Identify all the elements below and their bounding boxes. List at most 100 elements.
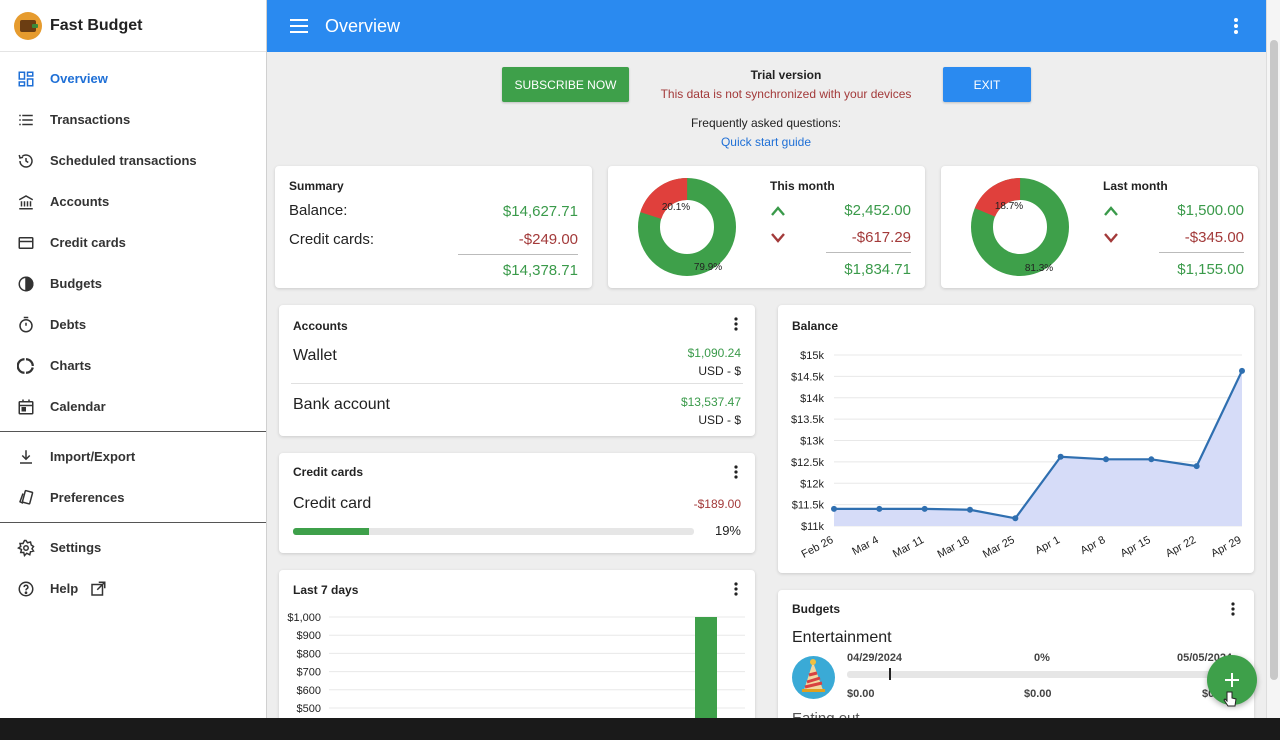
sidebar-item-label: Overview <box>50 71 108 86</box>
account-amount: $13,537.47 <box>680 395 741 409</box>
sidebar-item-label: Import/Export <box>50 449 136 464</box>
balance-chart: $11k $11.5k $12k $12.5k $13k $13.5k $14k $14.5k… <box>791 350 1245 561</box>
sidebar-item-help[interactable]: Help <box>0 568 266 609</box>
vertical-scrollbar[interactable] <box>1266 0 1280 718</box>
credit-cards-label: Credit cards: <box>289 231 375 248</box>
y-tick-label: $600 <box>297 685 321 697</box>
account-name[interactable]: Wallet <box>293 347 337 365</box>
download-icon <box>16 447 36 467</box>
balance-point <box>1239 367 1245 374</box>
more-vert-icon[interactable] <box>727 315 745 333</box>
account-name[interactable]: Bank account <box>293 396 390 414</box>
sidebar-item-calendar[interactable]: Calendar <box>0 386 266 427</box>
donut-red-label: 20.1% <box>662 202 690 213</box>
sidebar-item-scheduled-transactions[interactable]: Scheduled transactions <box>0 140 266 181</box>
balance-point <box>1193 463 1200 470</box>
sidebar-item-label: Accounts <box>50 194 110 209</box>
budgets-title: Budgets <box>792 602 840 616</box>
this-month-expense: -$617.29 <box>851 229 911 246</box>
x-tick-label: Apr 8 <box>1079 534 1108 557</box>
sidebar-item-label: Scheduled transactions <box>50 153 197 168</box>
more-vert-icon[interactable] <box>1226 16 1246 36</box>
more-vert-icon[interactable] <box>727 580 745 598</box>
scrollbar-thumb[interactable] <box>1270 40 1278 680</box>
credit-card-amount: -$189.00 <box>693 497 741 511</box>
accounts-card: Accounts Wallet $1,090.24 USD - $ Bank a… <box>279 305 755 436</box>
balance-point <box>1103 456 1109 463</box>
budget-name-next[interactable]: Eating out <box>792 710 860 718</box>
hamburger-menu-icon[interactable] <box>287 14 311 38</box>
party-hat-icon <box>792 656 835 699</box>
sidebar-item-label: Budgets <box>50 276 102 291</box>
plus-icon <box>1225 673 1239 687</box>
sidebar-item-label: Preferences <box>50 490 125 505</box>
top-app-bar: Overview <box>267 0 1266 52</box>
last-7-days-title: Last 7 days <box>293 583 359 597</box>
sidebar-item-label: Help <box>50 581 79 596</box>
credit-card-percent: 19% <box>714 523 741 538</box>
sidebar-item-import-export[interactable]: Import/Export <box>0 436 266 477</box>
accounts-title: Accounts <box>293 319 348 333</box>
expense-arrow-icon <box>771 233 785 243</box>
y-tick-label: $900 <box>297 630 321 642</box>
more-vert-icon[interactable] <box>727 463 745 481</box>
list-icon <box>16 110 36 130</box>
last-month-expense: -$345.00 <box>1184 229 1244 246</box>
sidebar-item-accounts[interactable]: Accounts <box>0 181 266 222</box>
account-currency: USD - $ <box>698 413 741 427</box>
x-tick-label: Apr 29 <box>1209 534 1243 560</box>
budget-progress <box>847 671 1237 678</box>
y-tick-label: $15k <box>800 350 824 362</box>
balance-point <box>1148 456 1155 463</box>
y-tick-label: $13.5k <box>791 414 825 426</box>
sidebar-item-debts[interactable]: Debts <box>0 304 266 345</box>
income-arrow-icon <box>1104 206 1118 216</box>
subscribe-now-button[interactable]: SUBSCRIBE NOW <box>502 67 629 102</box>
wallet-icon <box>14 11 42 40</box>
x-tick-label: Apr 1 <box>1033 534 1062 557</box>
sidebar-divider <box>0 522 266 523</box>
balance-point <box>967 506 973 513</box>
credit-cards-title: Credit cards <box>293 465 364 479</box>
sidebar-item-charts[interactable]: Charts <box>0 345 266 386</box>
y-tick-label: $12k <box>800 478 824 490</box>
quick-start-guide-link[interactable]: Quick start guide <box>616 135 916 149</box>
last-month-net: $1,155.00 <box>1177 261 1244 278</box>
pie-icon <box>16 274 36 294</box>
sidebar-item-overview[interactable]: Overview <box>0 58 266 99</box>
more-vert-icon[interactable] <box>1224 600 1242 618</box>
exit-button[interactable]: EXIT <box>943 67 1031 102</box>
y-tick-label: $11.5k <box>792 500 825 512</box>
x-tick-label: Apr 22 <box>1164 534 1198 560</box>
page-title: Overview <box>325 15 401 36</box>
sidebar-item-label: Credit cards <box>50 235 126 250</box>
budget-spent: $0.00 <box>847 688 875 700</box>
sidebar-item-budgets[interactable]: Budgets <box>0 263 266 304</box>
credit-card-name[interactable]: Credit card <box>293 495 371 513</box>
y-tick-label: $14.5k <box>791 371 825 383</box>
y-tick-label: $800 <box>297 648 321 660</box>
credit-card-icon <box>16 233 36 253</box>
last-month-title: Last month <box>1103 179 1168 193</box>
x-tick-label: Feb 26 <box>800 534 836 561</box>
y-tick-label: $11k <box>801 521 825 533</box>
budget-name[interactable]: Entertainment <box>792 629 892 647</box>
sidebar-item-preferences[interactable]: Preferences <box>0 477 266 518</box>
balance-point <box>1057 453 1064 460</box>
y-tick-label: $700 <box>297 667 321 679</box>
budget-start-date: 04/29/2024 <box>847 652 903 664</box>
hand-cursor-icon <box>1223 691 1237 707</box>
app-name: Fast Budget <box>50 16 143 34</box>
sidebar-item-label: Transactions <box>50 112 131 127</box>
account-amount: $1,090.24 <box>687 346 741 360</box>
this-month-divider <box>826 252 911 253</box>
y-tick-label: $1,000 <box>287 612 321 624</box>
sidebar-divider <box>0 431 266 432</box>
budget-percent: 0% <box>1034 652 1050 664</box>
sidebar-item-credit-cards[interactable]: Credit cards <box>0 222 266 263</box>
summary-card: Summary Balance: $14,627.71 Credit cards… <box>275 166 592 288</box>
credit-card-progress-fill <box>293 528 370 535</box>
sidebar-item-transactions[interactable]: Transactions <box>0 99 266 140</box>
sidebar-nav: Overview Transactions Scheduled transact… <box>0 52 266 609</box>
sidebar-item-settings[interactable]: Settings <box>0 527 266 568</box>
